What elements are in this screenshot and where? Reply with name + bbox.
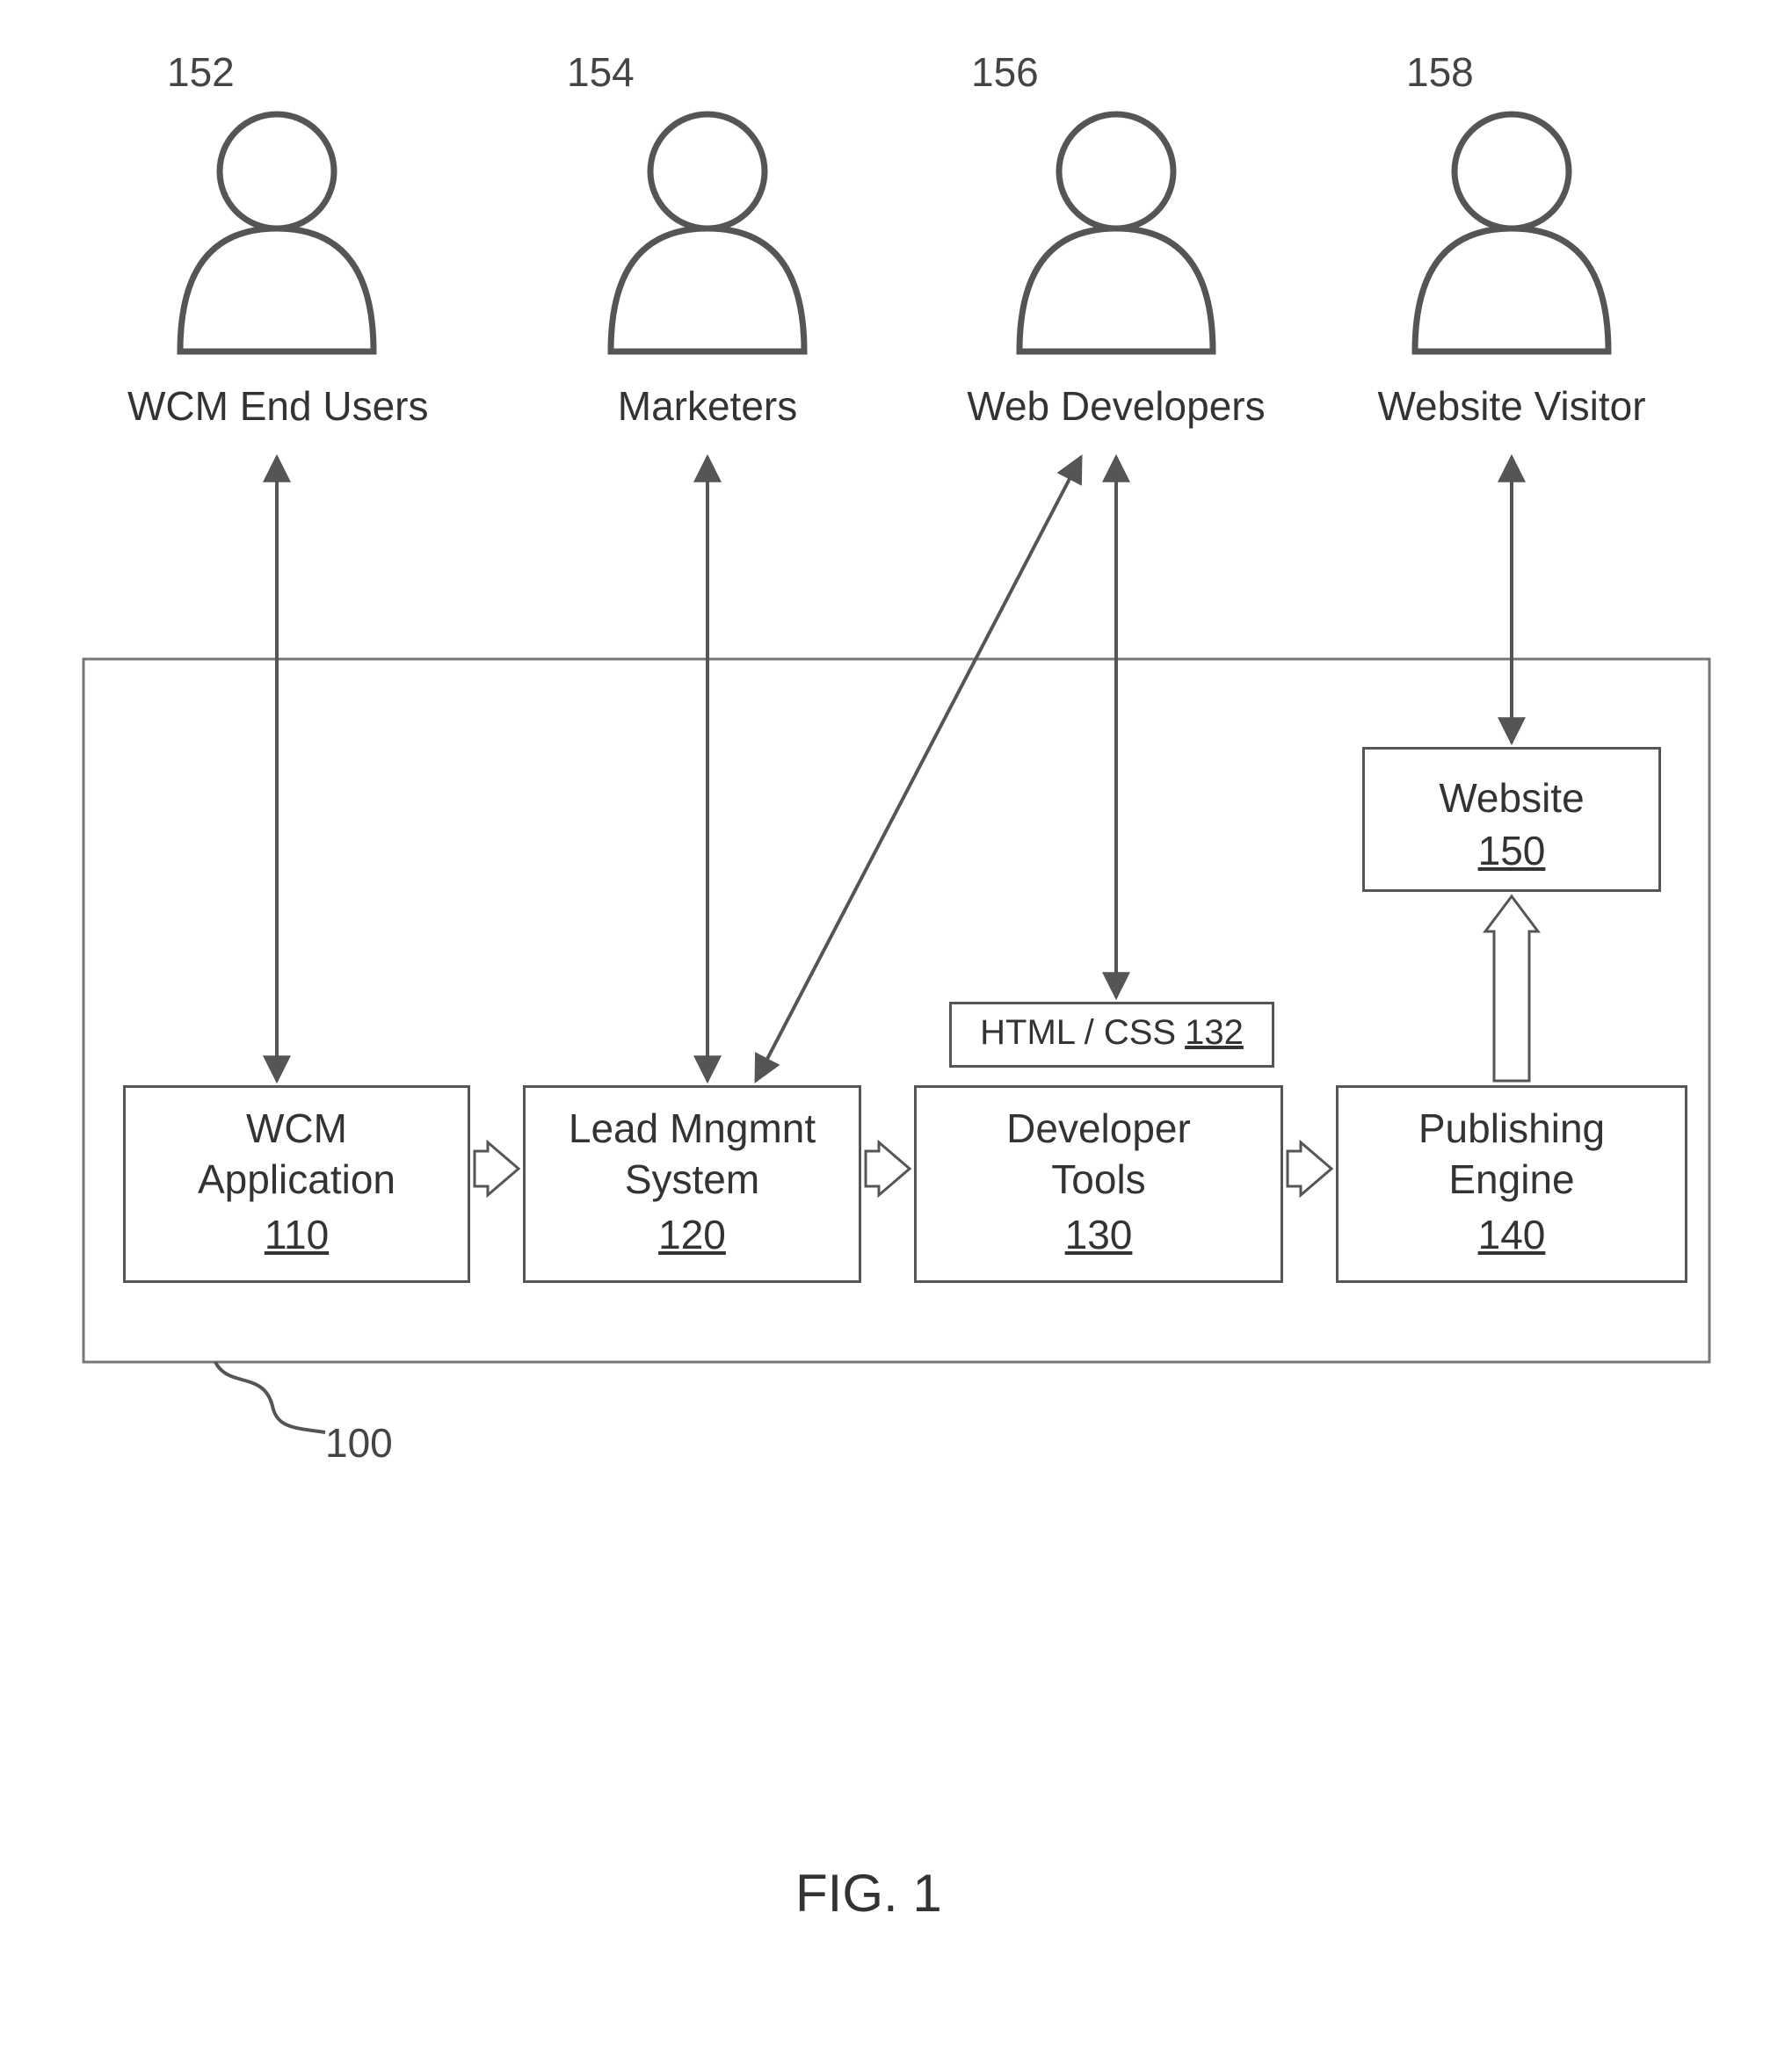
wcm-line1: WCM bbox=[246, 1105, 347, 1151]
actor-icon-visitor bbox=[1415, 114, 1608, 351]
developer-tools-box: Developer Tools 130 bbox=[914, 1085, 1283, 1283]
dev-line2: Tools bbox=[1051, 1156, 1145, 1202]
pub-line1: Publishing bbox=[1418, 1105, 1605, 1151]
actor-label-visitor: Website Visitor bbox=[1367, 382, 1657, 430]
diagram-canvas: 152 154 156 158 WCM End Users Marketers … bbox=[0, 0, 1792, 2065]
website-ref: 150 bbox=[1365, 827, 1658, 874]
actor-icon-users bbox=[180, 114, 374, 351]
system-ref-100: 100 bbox=[325, 1419, 393, 1467]
dev-ref: 130 bbox=[917, 1210, 1281, 1261]
htmlcss-box: HTML / CSS132 bbox=[949, 1002, 1274, 1068]
dev-line1: Developer bbox=[1006, 1105, 1191, 1151]
actor-icon-marketers bbox=[611, 114, 804, 351]
wcm-ref: 110 bbox=[126, 1210, 468, 1261]
actor-ref-158: 158 bbox=[1406, 48, 1474, 96]
lead-line2: System bbox=[625, 1156, 759, 1202]
htmlcss-label: HTML / CSS bbox=[980, 1013, 1176, 1052]
website-box: Website 150 bbox=[1362, 747, 1661, 892]
actor-ref-156: 156 bbox=[971, 48, 1039, 96]
wcm-line2: Application bbox=[198, 1156, 395, 1202]
lead-ref: 120 bbox=[526, 1210, 859, 1261]
pub-ref: 140 bbox=[1339, 1210, 1685, 1261]
actor-label-users: WCM End Users bbox=[127, 382, 426, 430]
actor-label-marketers: Marketers bbox=[606, 382, 809, 430]
wcm-app-box: WCM Application 110 bbox=[123, 1085, 470, 1283]
actor-ref-152: 152 bbox=[167, 48, 235, 96]
actor-label-developers: Web Developers bbox=[962, 382, 1270, 430]
actor-icon-developers bbox=[1019, 114, 1213, 351]
htmlcss-ref: 132 bbox=[1185, 1013, 1244, 1052]
publishing-engine-box: Publishing Engine 140 bbox=[1336, 1085, 1687, 1283]
lead-line1: Lead Mngmnt bbox=[569, 1105, 816, 1151]
lead-mgmt-box: Lead Mngmnt System 120 bbox=[523, 1085, 861, 1283]
website-label: Website bbox=[1439, 775, 1584, 821]
actor-ref-154: 154 bbox=[567, 48, 635, 96]
pub-line2: Engine bbox=[1448, 1156, 1574, 1202]
figure-caption: FIG. 1 bbox=[795, 1863, 942, 1924]
